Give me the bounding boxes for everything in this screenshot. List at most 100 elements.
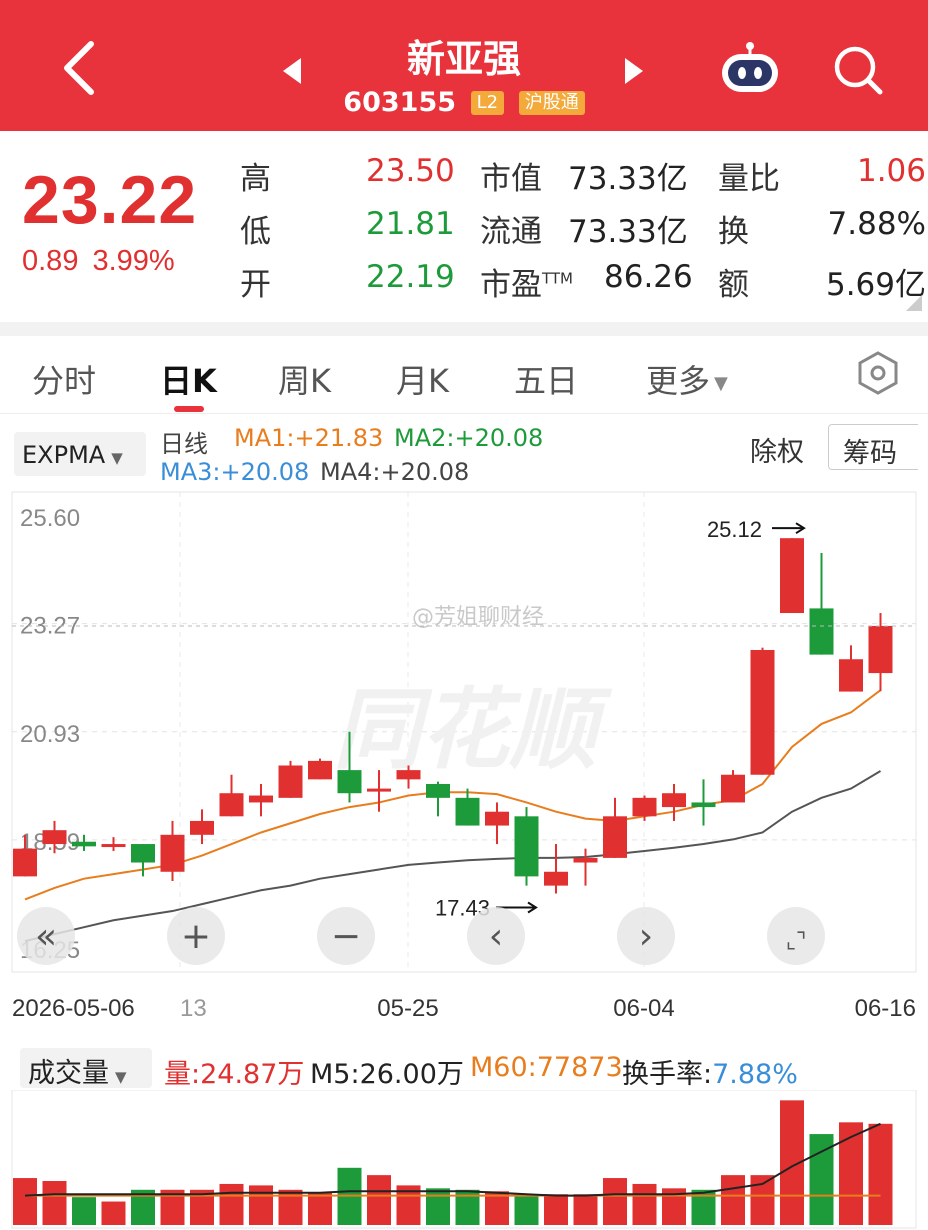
control-symbol: ⌞⌝ — [786, 929, 807, 954]
mcap-label: 市值 — [480, 161, 542, 197]
zoom-in-icon[interactable]: + — [167, 907, 225, 965]
indicator-selector-label: EXPMA — [22, 441, 106, 469]
volume-chart — [11, 1090, 917, 1229]
volratio-label: 量比 — [718, 161, 780, 197]
candle-body — [485, 811, 509, 826]
volume-bar — [219, 1183, 244, 1225]
tab-more[interactable]: 更多 ▼ — [646, 356, 728, 402]
volume-bar — [868, 1123, 893, 1225]
candle-body — [839, 659, 863, 692]
expand-corner-icon[interactable] — [906, 295, 922, 311]
ma2-label: MA2:+20.08 — [394, 424, 544, 452]
x-tick-label: 05-25 — [377, 995, 438, 1022]
connect-badge: 沪股通 — [518, 90, 585, 115]
settings-hexagon-icon[interactable] — [856, 350, 900, 396]
quote-panel: 23.22 0.89 3.99% 高 23.50 低 21.81 开 22.19 … — [0, 131, 928, 321]
volume-bar — [42, 1181, 67, 1225]
tab-five-day[interactable]: 五日 — [514, 356, 578, 402]
candle-body — [662, 793, 686, 808]
high-label: 高 — [240, 161, 271, 197]
watermark-brand: 同花顺 — [333, 678, 613, 781]
low-value: 21.81 — [366, 206, 455, 242]
float-label: 流通 — [480, 214, 542, 250]
last-price: 23.22 — [22, 162, 198, 238]
adjust-toggle[interactable]: 除权 — [750, 430, 804, 469]
candle-body — [544, 871, 568, 886]
search-icon[interactable] — [832, 44, 884, 96]
tab-weekly-k[interactable]: 周K — [278, 356, 331, 402]
candle-body — [101, 844, 126, 848]
m5-value: M5:26.00万 — [310, 1059, 464, 1090]
next-stock-icon[interactable] — [623, 58, 643, 84]
scroll-right-icon[interactable]: › — [617, 907, 675, 965]
volume-bar — [249, 1185, 273, 1225]
pe-label-text: 市盈 — [480, 267, 542, 303]
x-tick-label: 13 — [180, 995, 207, 1022]
stock-code: 603155 — [343, 87, 457, 118]
scroll-left-icon[interactable]: ‹ — [467, 907, 525, 965]
candle-body — [249, 795, 273, 803]
turnover-value: 7.88% — [827, 206, 926, 242]
volume-indicator-selector[interactable]: 成交量 ▼ — [20, 1048, 152, 1089]
change-percent: 3.99% — [92, 245, 175, 277]
candle — [721, 770, 745, 803]
candle — [780, 538, 804, 614]
volume-bar — [573, 1194, 598, 1225]
volume-bar — [13, 1178, 37, 1225]
turnover-rate: 换手率:7.88% — [622, 1052, 798, 1091]
high-value: 23.50 — [366, 153, 455, 189]
candle-body — [750, 649, 775, 775]
tab-more-label: 更多 — [646, 362, 711, 400]
rewind-icon[interactable]: « — [17, 907, 75, 965]
open-label: 开 — [240, 267, 271, 303]
fullscreen-icon[interactable]: ⌞⌝ — [767, 907, 825, 965]
stock-name: 新亚强 — [406, 37, 521, 81]
tab-daily-k[interactable]: 日K — [160, 356, 217, 402]
chips-button[interactable]: 筹码 — [828, 424, 918, 470]
control-symbol: ‹ — [489, 916, 503, 957]
chevron-down-icon: ▼ — [111, 449, 123, 467]
volratio-value: 1.06 — [856, 153, 926, 189]
ma1-label: MA1:+21.83 — [234, 424, 384, 452]
turnover-label: 换 — [718, 214, 749, 250]
volume-bar — [308, 1192, 332, 1225]
app-header: 新亚强 603155 L2 沪股通 — [0, 0, 928, 131]
section-divider — [0, 322, 928, 336]
y-tick-label: 25.60 — [20, 505, 80, 532]
tab-monthly-k[interactable]: 月K — [396, 356, 449, 402]
candle-body — [278, 765, 303, 798]
amount-label: 额 — [718, 267, 749, 303]
tab-intraday[interactable]: 分时 — [32, 356, 96, 402]
candle-body — [603, 816, 627, 858]
control-symbol: − — [331, 916, 361, 957]
stock-code-row: 603155 L2 沪股通 — [0, 86, 928, 118]
candle-body — [721, 774, 745, 803]
candle — [308, 758, 332, 780]
chevron-down-icon: ▼ — [115, 1068, 127, 1086]
indicator-selector[interactable]: EXPMA ▼ — [14, 432, 146, 476]
candle-body — [131, 844, 155, 863]
zoom-out-icon[interactable]: − — [317, 907, 375, 965]
candle-body — [190, 820, 214, 835]
volume-bar — [367, 1175, 391, 1225]
turnover-rate-value: 7.88% — [712, 1059, 798, 1090]
open-value: 22.19 — [366, 259, 455, 295]
volume-bar — [721, 1175, 745, 1225]
volume-bar — [514, 1194, 539, 1225]
ma4-label: MA4:+20.08 — [320, 458, 470, 486]
volume-selector-label: 成交量 — [28, 1058, 109, 1089]
y-tick-label: 20.93 — [20, 721, 80, 748]
x-tick-label: 06-04 — [613, 995, 674, 1022]
volume-bar — [603, 1178, 627, 1225]
candle-body — [367, 788, 391, 792]
candle-body — [308, 760, 332, 780]
candle-body — [219, 793, 244, 817]
candlestick-chart[interactable]: 25.6023.2720.9318.5916.25同花顺@芳姐聊财经25.121… — [0, 490, 928, 1035]
candle-body — [337, 770, 362, 794]
dropdown-caret-icon: ▼ — [714, 372, 728, 394]
candle-body — [514, 816, 539, 877]
volume-header: 成交量 ▼ 量:24.87万 M5:26.00万 M60:77873 换手率:7.… — [0, 1046, 928, 1090]
mcap-value: 73.33亿 — [568, 161, 688, 197]
ai-assistant-icon[interactable] — [718, 40, 782, 96]
candle-body — [396, 770, 421, 780]
